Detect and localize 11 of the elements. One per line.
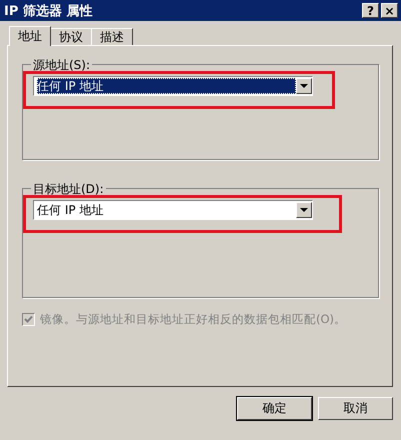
checkbox-label: 镜像。与源地址和目标地址正好相反的数据包相匹配(O)。 — [40, 312, 346, 327]
window-title: IP 筛选器 属性 — [4, 2, 94, 20]
tab[interactable]: 地址 — [9, 26, 51, 46]
close-button[interactable]: × — [381, 3, 398, 18]
tab[interactable]: 描述 — [91, 28, 133, 45]
help-button[interactable]: ? — [362, 3, 379, 18]
ok-button[interactable]: 确定 — [237, 397, 312, 420]
address-dropdown[interactable]: 任何 IP 地址 — [33, 76, 313, 96]
address-dropdown[interactable]: 任何 IP 地址 — [33, 200, 313, 220]
tab[interactable]: 协议 — [50, 28, 92, 45]
cancel-button[interactable]: 取消 — [318, 397, 393, 420]
